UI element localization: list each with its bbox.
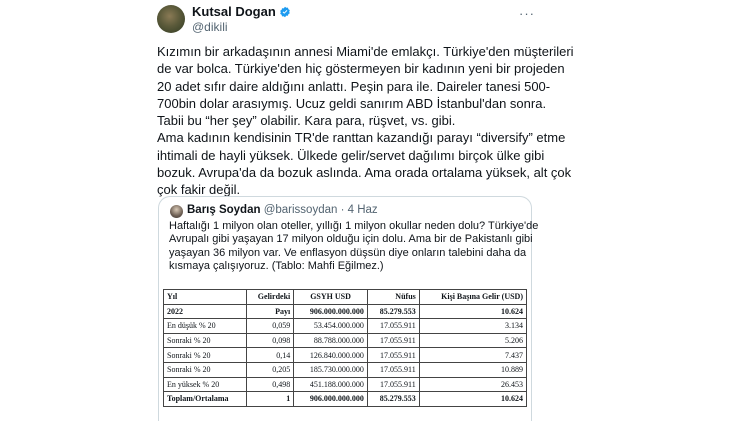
table-cell: En yüksek % 20 (163, 376, 247, 393)
table-cell: 3.134 (418, 318, 528, 334)
quote-text: Haftalığı 1 milyon olan oteller, yıllığı… (169, 220, 539, 274)
table-cell: 10.889 (418, 361, 528, 378)
verified-badge-icon (279, 6, 290, 18)
tweet-line: Kızımın bir arkadaşının annesi Miami'de … (157, 44, 574, 59)
table-header: Kişi Başına Gelir (USD) (418, 289, 528, 305)
quote-author-handle: @barissoydan (263, 204, 338, 216)
table-cell: 10.624 (418, 391, 528, 407)
quote-author-name: Barış Soydan (187, 204, 261, 216)
table-header: Gelirdeki (245, 289, 295, 305)
table-cell: 17.055.911 (366, 361, 420, 378)
table-header: GSYH USD (293, 289, 368, 305)
table-cell: 185.730.000.000 (293, 361, 368, 378)
table-cell: 17.055.911 (366, 318, 420, 334)
table-total-row: Toplam/Ortalama 1 906.000.000.000 85.279… (163, 391, 528, 407)
table-cell: Sonraki % 20 (163, 361, 247, 378)
table-cell: 5.206 (418, 332, 528, 349)
table-cell: 906.000.000.000 (293, 391, 368, 407)
quote-line: yaşayan 36 milyon var. Ve enflasyon düşs… (169, 246, 527, 259)
quoted-tweet[interactable]: Barış Soydan @barissoydan · 4 Haz Haftal… (158, 196, 539, 421)
author-handle[interactable]: @dikili (192, 20, 228, 34)
table-cell: 1 (245, 391, 295, 407)
table-row: En yüksek % 20 0,498 451.188.000.000 17.… (163, 376, 528, 393)
table-cell: Sonraki % 20 (163, 332, 247, 349)
income-distribution-table: Yıl Gelirdeki GSYH USD Nüfus Kişi Başına… (163, 289, 528, 407)
table-subheader: Payı (245, 303, 295, 320)
table-cell: En düşük % 20 (163, 318, 247, 334)
table-cell: 26.453 (418, 376, 528, 393)
tweet-line: de var bolca. Türkiye'den hiç göstermeye… (157, 61, 565, 77)
tweet-line: 20 adet sıfır daire aldığını anlattı. Pe… (157, 78, 551, 94)
quote-date: 4 Haz (347, 204, 378, 216)
table-header: Yıl (163, 289, 247, 305)
table-row: Sonraki % 20 0,098 88.788.000.000 17.055… (163, 332, 528, 349)
quote-separator: · (340, 204, 345, 216)
tweet-line: bozuk. Avrupa'da da bozuk aslında. Ama o… (157, 165, 572, 181)
table-cell: Toplam/Ortalama (163, 391, 247, 407)
table-row: En düşük % 20 0,059 53.454.000.000 17.05… (163, 318, 528, 334)
table-cell: 0,059 (245, 318, 295, 334)
quote-author-avatar (170, 205, 183, 218)
table-subheader: 10.624 (418, 303, 528, 320)
quote-line: Avrupalı gibi yaşayan 17 milyon olduğu i… (169, 233, 533, 246)
table-row: Sonraki % 20 0,14 126.840.000.000 17.055… (163, 347, 528, 363)
table-cell: 17.055.911 (366, 332, 420, 349)
quote-line: kısmaya çalışıyoruz. (Tablo: Mahfi Eğilm… (169, 260, 384, 273)
tweet-line: Ama kadının kendisinin TR'de ranttan kaz… (157, 130, 566, 146)
table-header: Nüfus (366, 289, 420, 305)
table-cell: 7.437 (418, 347, 528, 363)
table-row: Sonraki % 20 0,205 185.730.000.000 17.05… (163, 361, 528, 378)
table-cell: 0,098 (245, 332, 295, 349)
tweet-line: Tabii bu “her şey” olabilir. Kara para, … (157, 113, 456, 129)
author-avatar[interactable] (157, 5, 185, 33)
author-name-text[interactable]: Kutsal Dogan (192, 4, 276, 19)
table-cell: 126.840.000.000 (293, 347, 368, 363)
table-subheader: 85.279.553 (366, 303, 420, 320)
quote-header: Barış Soydan @barissoydan · 4 Haz (187, 204, 378, 216)
table-cell: 451.188.000.000 (293, 376, 368, 393)
table-subheader: 906.000.000.000 (293, 303, 368, 320)
table-cell: 17.055.911 (366, 347, 420, 363)
quote-line: Haftalığı 1 milyon olan oteller, yıllığı… (169, 220, 539, 232)
table-cell: 0,14 (245, 347, 295, 363)
tweet-line: 700bin dolar arasıymış. Ucuz geldi sanır… (157, 95, 547, 111)
table-cell: 17.055.911 (366, 376, 420, 393)
tweet-text: Kızımın bir arkadaşının annesi Miami'de … (157, 43, 574, 199)
table-cell: 53.454.000.000 (293, 318, 368, 334)
more-options-icon[interactable]: ··· (519, 6, 535, 21)
tweet-line: ihtimali de hayli yüksek. Ülkede gelir/s… (157, 147, 545, 163)
table-cell: 0,498 (245, 376, 295, 393)
table-cell: 0,205 (245, 361, 295, 378)
author-name[interactable]: Kutsal Dogan (192, 4, 291, 19)
table-cell: 85.279.553 (366, 391, 420, 407)
table-subheader: 2022 (163, 303, 247, 320)
table-cell: Sonraki % 20 (163, 347, 247, 363)
table-cell: 88.788.000.000 (293, 332, 368, 349)
